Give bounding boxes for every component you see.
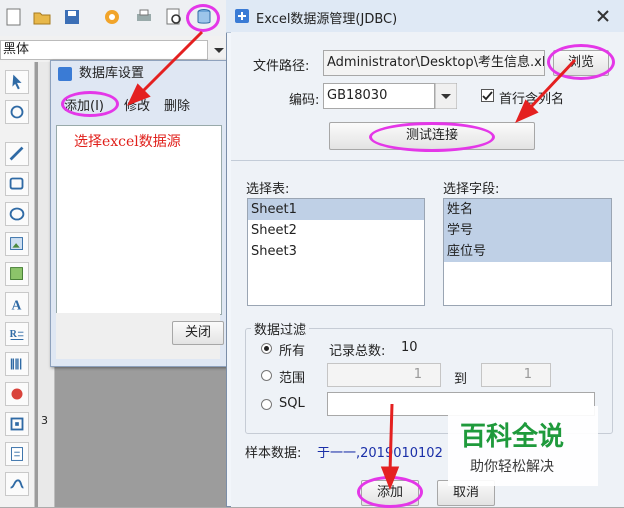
- annotation-arrows: [127, 30, 577, 491]
- arrow-to-test-connection: [528, 58, 577, 110]
- arrow-to-add-button: [388, 403, 394, 473]
- arrow-to-add-menu: [140, 30, 204, 94]
